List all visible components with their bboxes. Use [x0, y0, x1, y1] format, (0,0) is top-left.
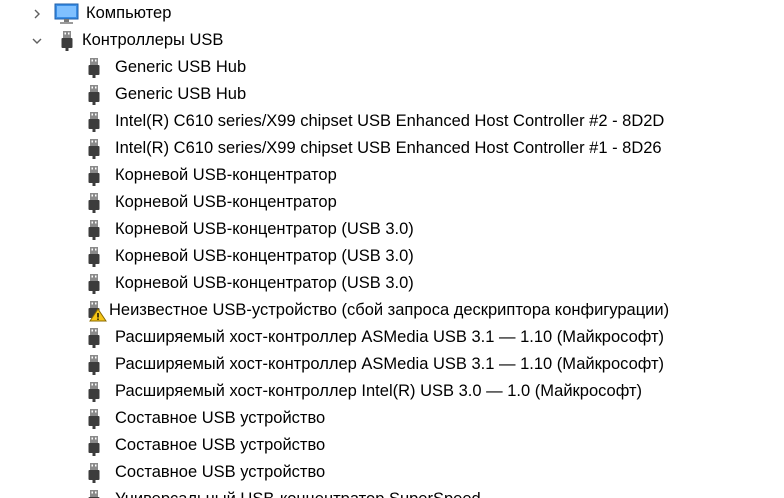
usb-plug-icon — [87, 327, 107, 349]
usb-plug-icon — [87, 219, 107, 241]
device-label: Неизвестное USB-устройство (сбой запроса… — [109, 301, 670, 319]
usb-plug-icon — [87, 84, 107, 106]
device-label: Generic USB Hub — [115, 85, 247, 103]
list-item[interactable]: Корневой USB-концентратор — [87, 189, 337, 216]
list-item[interactable]: Составное USB устройство — [87, 432, 325, 459]
device-label: Расширяемый хост-контроллер ASMedia USB … — [115, 355, 665, 373]
list-item[interactable]: Intel(R) C610 series/X99 chipset USB Enh… — [87, 135, 662, 162]
list-item[interactable]: Корневой USB-концентратор (USB 3.0) — [87, 270, 414, 297]
usb-plug-icon — [87, 408, 107, 430]
usb-plug-icon — [87, 57, 107, 79]
list-item[interactable]: Составное USB устройство — [87, 459, 325, 486]
list-item[interactable]: Универсальный USB-концентратор SuperSpee… — [87, 486, 481, 498]
list-item[interactable]: Расширяемый хост-контроллер ASMedia USB … — [87, 324, 664, 351]
usb-plug-icon — [87, 489, 107, 498]
device-tree: Компьютер Контроллеры USB Generic USB Hu… — [0, 0, 784, 498]
device-label: Корневой USB-концентратор (USB 3.0) — [115, 274, 414, 292]
usb-plug-icon — [87, 192, 107, 214]
usb-plug-icon — [87, 381, 107, 403]
chevron-down-icon[interactable] — [30, 34, 44, 48]
device-label: Корневой USB-концентратор — [115, 166, 337, 184]
usb-plug-icon — [60, 30, 80, 52]
usb-plug-icon — [87, 462, 107, 484]
device-label: Составное USB устройство — [115, 409, 326, 427]
list-item[interactable]: Расширяемый хост-контроллер ASMedia USB … — [87, 351, 664, 378]
device-label: Generic USB Hub — [115, 58, 247, 76]
list-item[interactable]: Расширяемый хост-контроллер Intel(R) USB… — [87, 378, 642, 405]
usb-plug-icon — [87, 354, 107, 376]
list-item[interactable]: Intel(R) C610 series/X99 chipset USB Enh… — [87, 108, 664, 135]
tree-node-computer[interactable]: Компьютер — [30, 0, 171, 27]
usb-plug-icon — [87, 246, 107, 268]
device-label: Составное USB устройство — [115, 436, 326, 454]
list-item[interactable]: Корневой USB-концентратор (USB 3.0) — [87, 216, 414, 243]
device-label: Корневой USB-концентратор (USB 3.0) — [115, 247, 414, 265]
list-item[interactable]: Составное USB устройство — [87, 405, 325, 432]
usb-plug-icon — [87, 165, 107, 187]
list-item[interactable]: Корневой USB-концентратор — [87, 162, 337, 189]
usb-plug-icon — [87, 138, 107, 160]
device-label: Корневой USB-концентратор — [115, 193, 337, 211]
device-label: Корневой USB-концентратор (USB 3.0) — [115, 220, 414, 238]
usb-plug-icon — [87, 111, 107, 133]
list-item[interactable]: Generic USB Hub — [87, 54, 246, 81]
tree-node-label: Компьютер — [86, 4, 172, 22]
monitor-icon — [54, 3, 80, 25]
device-label: Универсальный USB-концентратор SuperSpee… — [115, 486, 481, 498]
usb-warning-icon — [87, 300, 107, 322]
list-item[interactable]: Корневой USB-концентратор (USB 3.0) — [87, 243, 414, 270]
device-label: Расширяемый хост-контроллер ASMedia USB … — [115, 328, 665, 346]
device-label: Intel(R) C610 series/X99 chipset USB Enh… — [115, 139, 662, 157]
tree-node-label: Контроллеры USB — [82, 31, 224, 49]
device-label: Intel(R) C610 series/X99 chipset USB Enh… — [115, 112, 665, 130]
device-label: Составное USB устройство — [115, 463, 326, 481]
device-label: Расширяемый хост-контроллер Intel(R) USB… — [115, 382, 643, 400]
tree-node-usb-controllers[interactable]: Контроллеры USB — [30, 27, 223, 54]
usb-plug-icon — [87, 273, 107, 295]
list-item[interactable]: Неизвестное USB-устройство (сбой запроса… — [87, 297, 669, 324]
usb-plug-icon — [87, 435, 107, 457]
list-item[interactable]: Generic USB Hub — [87, 81, 246, 108]
chevron-right-icon[interactable] — [30, 7, 44, 21]
